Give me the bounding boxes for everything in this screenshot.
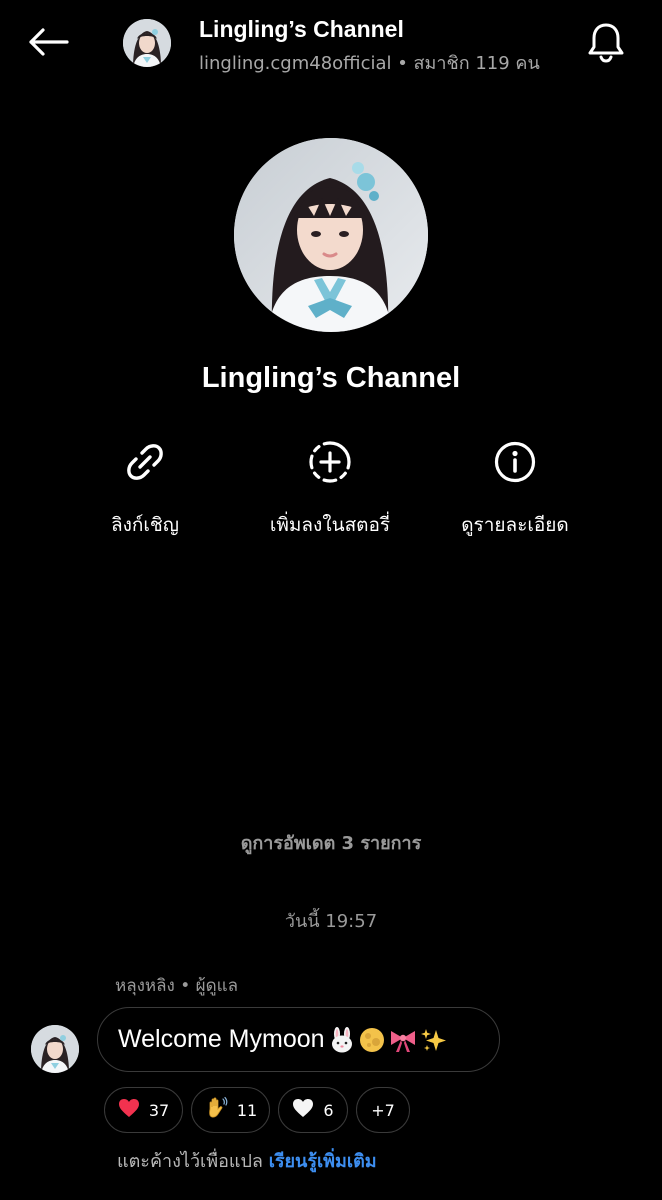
view-updates-link[interactable]: ดูการอัพเดต 3 รายการ xyxy=(0,828,662,857)
action-label: ดูรายละเอียด xyxy=(461,514,569,536)
reaction-count: +7 xyxy=(371,1100,395,1120)
message-text: Welcome Mymoon xyxy=(118,1025,325,1053)
more-reactions-button[interactable]: +7 xyxy=(356,1087,410,1133)
rabbit-emoji xyxy=(328,1026,356,1054)
message-bubble[interactable]: Welcome Mymoon xyxy=(97,1007,500,1072)
view-details-button[interactable]: ดูรายละเอียด xyxy=(415,438,615,548)
reaction-white-heart[interactable]: 6 xyxy=(278,1087,348,1133)
reaction-red-heart[interactable]: 37 xyxy=(104,1087,183,1133)
action-label: เพิ่มลงในสตอรี่ xyxy=(269,514,391,536)
reaction-count: 37 xyxy=(148,1100,170,1120)
back-button[interactable] xyxy=(22,22,74,66)
translate-hint-text: แตะค้างไว้เพื่อแปล xyxy=(117,1151,263,1172)
reaction-count: 11 xyxy=(236,1100,258,1120)
sparkles-emoji xyxy=(420,1026,448,1054)
full-moon-emoji xyxy=(358,1026,386,1054)
white-heart-emoji xyxy=(292,1098,314,1122)
channel-name: Lingling’s Channel xyxy=(201,362,461,394)
info-icon xyxy=(491,438,539,486)
action-label: ลิงก์เชิญ xyxy=(110,514,179,536)
translate-hint: แตะค้างไว้เพื่อแปล เรียนรู้เพิ่มเติม xyxy=(117,1146,377,1175)
date-separator: วันนี้ 19:57 xyxy=(284,911,378,932)
header-subtitle: lingling.cgm48official • สมาชิก 119 คน xyxy=(199,53,540,74)
reaction-waving-hand[interactable]: 11 xyxy=(191,1087,270,1133)
add-to-story-button[interactable]: เพิ่มลงในสตอรี่ xyxy=(230,438,430,548)
message-sender: หลุงหลิง • ผู้ดูแล xyxy=(115,976,239,996)
arrow-left-icon xyxy=(27,27,69,61)
notifications-button[interactable] xyxy=(582,20,630,68)
reaction-count: 6 xyxy=(323,1100,334,1120)
add-to-story-icon xyxy=(306,438,354,486)
learn-more-link[interactable]: เรียนรู้เพิ่มเติม xyxy=(269,1151,377,1172)
bell-icon xyxy=(587,21,625,67)
red-heart-emoji xyxy=(118,1098,140,1122)
invite-link-button[interactable]: ลิงก์เชิญ xyxy=(45,438,245,548)
header-title: Lingling’s Channel xyxy=(199,16,404,42)
channel-profile-photo[interactable] xyxy=(234,138,428,332)
channel-avatar-small[interactable] xyxy=(123,19,171,67)
sender-avatar[interactable] xyxy=(31,1025,79,1073)
waving-hand-emoji xyxy=(204,1096,228,1124)
link-icon xyxy=(121,438,169,486)
ribbon-emoji xyxy=(388,1026,418,1054)
